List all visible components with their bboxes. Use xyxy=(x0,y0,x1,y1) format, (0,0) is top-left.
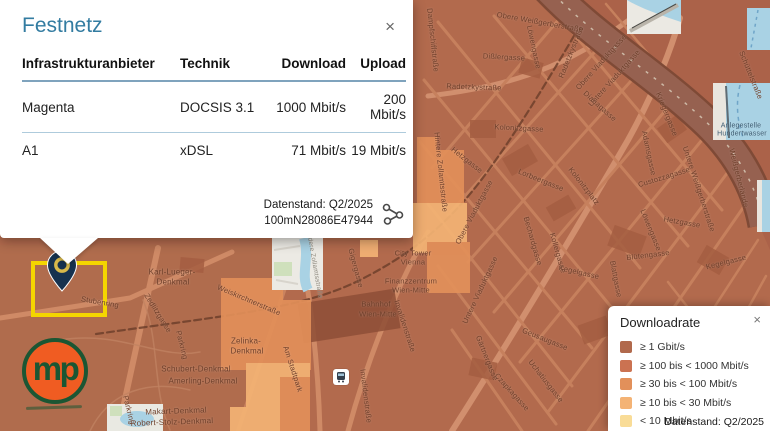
legend-swatch xyxy=(620,415,632,427)
legend-item: ≥ 1 Gbit/s xyxy=(620,338,770,357)
col-upload: Upload xyxy=(346,48,406,81)
col-technik: Technik xyxy=(180,48,272,81)
provider-table: Infrastrukturanbieter Technik Download U… xyxy=(22,48,406,168)
legend-item: ≥ 100 bis < 1000 Mbit/s xyxy=(620,357,770,376)
provider-upload: 200 Mbit/s xyxy=(346,81,406,133)
mp-logo: mp xyxy=(22,338,88,404)
legend-item-label: ≥ 10 bis < 30 Mbit/s xyxy=(640,397,731,409)
provider-upload: 19 Mbit/s xyxy=(346,133,406,169)
col-download: Download xyxy=(272,48,346,81)
legend-swatch xyxy=(620,360,632,372)
downloadrate-legend: Downloadrate × ≥ 1 Gbit/s ≥ 100 bis < 10… xyxy=(608,306,770,431)
datenstand-text: Datenstand: Q2/2025 xyxy=(264,197,373,213)
legend-swatch xyxy=(620,341,632,353)
grid-reference: 100mN28086E47944 xyxy=(264,213,373,229)
table-header-row: Infrastrukturanbieter Technik Download U… xyxy=(22,48,406,81)
broadband-atlas-app: Karl-Lueger-DenkmalZelinka-DenkmalSchube… xyxy=(0,0,770,431)
legend-item-label: ≥ 30 bis < 100 Mbit/s xyxy=(640,378,737,390)
table-row: A1 xDSL 71 Mbit/s 19 Mbit/s xyxy=(22,133,406,169)
popup-title: Festnetz xyxy=(22,14,103,38)
legend-item: ≥ 30 bis < 100 Mbit/s xyxy=(620,375,770,394)
share-icon xyxy=(381,202,405,226)
provider-download: 71 Mbit/s xyxy=(272,133,346,169)
close-icon[interactable]: × xyxy=(383,16,397,37)
provider-name: A1 xyxy=(22,133,180,169)
provider-technik: xDSL xyxy=(180,133,272,169)
col-infrastrukturanbieter: Infrastrukturanbieter xyxy=(22,48,180,81)
transit-stop-icon xyxy=(333,369,349,385)
legend-item: ≥ 10 bis < 30 Mbit/s xyxy=(620,394,770,413)
bus-icon xyxy=(335,371,347,383)
provider-name: Magenta xyxy=(22,81,180,133)
close-icon[interactable]: × xyxy=(751,311,763,328)
data-status: Datenstand: Q2/2025 100mN28086E47944 xyxy=(264,197,373,229)
legend-item-label: ≥ 100 bis < 1000 Mbit/s xyxy=(640,360,749,372)
legend-item-label: ≥ 1 Gbit/s xyxy=(640,341,685,353)
legend-datenstand: Datenstand: Q2/2025 xyxy=(664,416,764,428)
festnetz-popup: Festnetz × Infrastrukturanbieter Technik… xyxy=(0,0,413,238)
share-button[interactable] xyxy=(381,202,405,226)
legend-swatch xyxy=(620,378,632,390)
provider-download: 1000 Mbit/s xyxy=(272,81,346,133)
logo-text: mp xyxy=(33,350,78,388)
provider-technik: DOCSIS 3.1 xyxy=(180,81,272,133)
legend-swatch xyxy=(620,397,632,409)
table-row: Magenta DOCSIS 3.1 1000 Mbit/s 200 Mbit/… xyxy=(22,81,406,133)
popup-callout-arrow xyxy=(40,238,98,264)
legend-title: Downloadrate xyxy=(620,315,700,330)
